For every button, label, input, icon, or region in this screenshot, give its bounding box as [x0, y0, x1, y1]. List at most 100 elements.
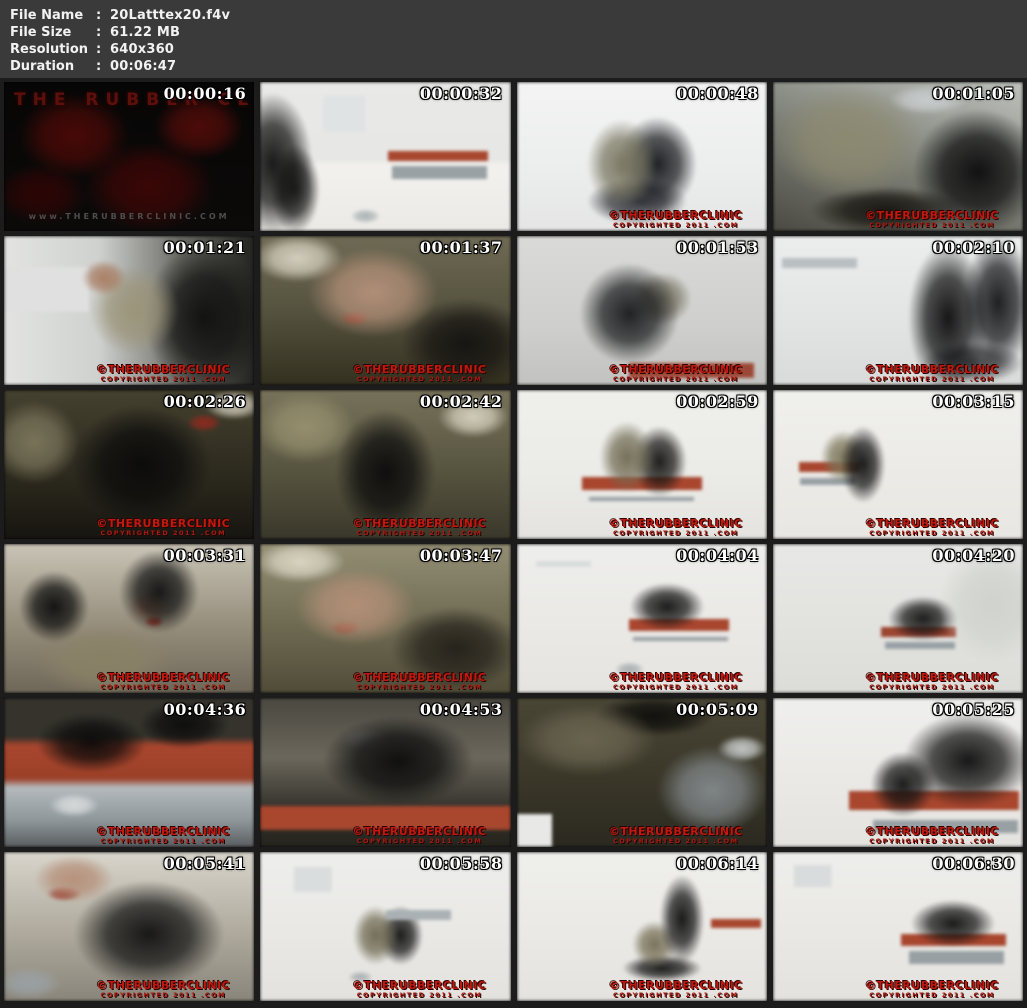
timestamp-overlay: 00:04:36: [163, 700, 247, 719]
copyright-watermark: ©THERUBBERCLINIC COPYRIGHTED 2011 .COM: [865, 518, 999, 537]
watermark-line1: ©THERUBBERCLINIC: [865, 670, 999, 684]
watermark-line1: ©THERUBBERCLINIC: [608, 516, 743, 530]
watermark-line1: ©THERUBBERCLINIC: [865, 516, 999, 530]
timestamp-overlay: 00:05:41: [163, 854, 247, 873]
watermark-line1: ©THERUBBERCLINIC: [865, 362, 999, 376]
video-thumbnail[interactable]: 00:03:31 ©THERUBBERCLINIC COPYRIGHTED 2011…: [4, 544, 255, 693]
file-name-label: File Name: [10, 8, 84, 23]
thumbnail-image: [260, 82, 511, 231]
timestamp-overlay: 00:01:21: [163, 238, 247, 257]
separator: :: [96, 8, 102, 23]
timestamp-overlay: 00:00:48: [676, 84, 759, 103]
file-size-label: File Size: [10, 25, 72, 40]
video-thumbnail[interactable]: 00:01:05 ©THERUBBERCLINIC COPYRIGHTED 2011…: [772, 82, 1023, 231]
watermark-line2: COPYRIGHTED 2011 .COM: [869, 836, 995, 845]
video-thumbnail[interactable]: 00:02:42 ©THERUBBERCLINIC COPYRIGHTED 2011…: [260, 390, 511, 539]
timestamp-overlay: 00:05:09: [676, 700, 759, 719]
timestamp-overlay: 00:03:47: [419, 546, 503, 565]
watermark-line2: COPYRIGHTED 2011 .COM: [612, 990, 739, 999]
video-thumbnail[interactable]: 00:01:21 ©THERUBBERCLINIC COPYRIGHTED 2011…: [4, 236, 255, 385]
copyright-watermark: ©THERUBBERCLINIC COPYRIGHTED 2011 .COM: [96, 826, 230, 845]
video-contact-sheet: File Name:20Latttex20.f4v File Size:61.2…: [0, 0, 1027, 1008]
timestamp-overlay: 00:02:59: [676, 392, 759, 411]
watermark-line2: COPYRIGHTED 2011 .COM: [869, 990, 995, 999]
timestamp-overlay: 00:00:16: [163, 84, 247, 103]
video-thumbnail[interactable]: 00:04:53 ©THERUBBERCLINIC COPYRIGHTED 2011…: [260, 698, 511, 847]
watermark-line2: COPYRIGHTED 2011 .COM: [356, 374, 483, 383]
watermark-line2: COPYRIGHTED 2011 .COM: [612, 836, 739, 845]
video-thumbnail[interactable]: 00:02:26 ©THERUBBERCLINIC COPYRIGHTED 2011…: [4, 390, 255, 539]
watermark-line2: COPYRIGHTED 2011 .COM: [356, 836, 483, 845]
watermark-line2: COPYRIGHTED 2011 .COM: [100, 836, 227, 845]
video-thumbnail[interactable]: 00:04:20 ©THERUBBERCLINIC COPYRIGHTED 2011…: [772, 544, 1023, 693]
video-thumbnail[interactable]: 00:05:58 ©THERUBBERCLINIC COPYRIGHTED 2011…: [260, 852, 511, 1001]
copyright-watermark: ©THERUBBERCLINIC COPYRIGHTED 2011 .COM: [865, 210, 999, 229]
video-thumbnail[interactable]: 00:03:15 ©THERUBBERCLINIC COPYRIGHTED 2011…: [772, 390, 1023, 539]
video-thumbnail[interactable]: 00:01:53 ©THERUBBERCLINIC COPYRIGHTED 2011…: [516, 236, 767, 385]
timestamp-overlay: 00:04:04: [676, 546, 759, 565]
copyright-watermark: ©THERUBBERCLINIC COPYRIGHTED 2011 .COM: [865, 672, 999, 691]
copyright-watermark: ©THERUBBERCLINIC COPYRIGHTED 2011 .COM: [96, 672, 230, 691]
video-thumbnail[interactable]: 00:00:32: [260, 82, 511, 231]
watermark-line2: COPYRIGHTED 2011 .COM: [100, 528, 227, 537]
timestamp-overlay: 00:00:32: [419, 84, 503, 103]
copyright-watermark: ©THERUBBERCLINIC COPYRIGHTED 2011 .COM: [865, 364, 999, 383]
timestamp-overlay: 00:02:26: [163, 392, 247, 411]
timestamp-overlay: 00:01:05: [932, 84, 1015, 103]
watermark-line1: ©THERUBBERCLINIC: [865, 824, 999, 838]
watermark-line1: ©THERUBBERCLINIC: [608, 824, 743, 838]
watermark-line1: ©THERUBBERCLINIC: [608, 362, 743, 376]
file-info-row: Duration:00:06:47: [10, 58, 1027, 75]
watermark-line2: COPYRIGHTED 2011 .COM: [869, 220, 995, 229]
copyright-watermark: ©THERUBBERCLINIC COPYRIGHTED 2011 .COM: [353, 672, 487, 691]
file-info-row: Resolution:640x360: [10, 41, 1027, 58]
watermark-line1: ©THERUBBERCLINIC: [96, 670, 231, 684]
watermark-line1: ©THERUBBERCLINIC: [865, 208, 999, 222]
watermark-line2: COPYRIGHTED 2011 .COM: [869, 528, 995, 537]
file-size-value: 61.22 MB: [110, 25, 181, 40]
file-name-value: 20Latttex20.f4v: [110, 8, 231, 23]
copyright-watermark: ©THERUBBERCLINIC COPYRIGHTED 2011 .COM: [96, 980, 230, 999]
duration-label: Duration: [10, 59, 75, 74]
copyright-watermark: ©THERUBBERCLINIC COPYRIGHTED 2011 .COM: [609, 672, 743, 691]
separator: :: [96, 42, 102, 57]
watermark-line2: COPYRIGHTED 2011 .COM: [356, 990, 483, 999]
video-thumbnail[interactable]: 00:04:36 ©THERUBBERCLINIC COPYRIGHTED 2011…: [4, 698, 255, 847]
video-thumbnail[interactable]: 00:03:47 ©THERUBBERCLINIC COPYRIGHTED 2011…: [260, 544, 511, 693]
copyright-watermark: ©THERUBBERCLINIC COPYRIGHTED 2011 .COM: [609, 826, 743, 845]
resolution-value: 640x360: [110, 42, 175, 57]
video-thumbnail[interactable]: 00:06:14 ©THERUBBERCLINIC COPYRIGHTED 2011…: [516, 852, 767, 1001]
video-thumbnail[interactable]: 00:05:09 ©THERUBBERCLINIC COPYRIGHTED 2011…: [516, 698, 767, 847]
timestamp-overlay: 00:04:20: [932, 546, 1015, 565]
copyright-watermark: ©THERUBBERCLINIC COPYRIGHTED 2011 .COM: [865, 980, 999, 999]
video-thumbnail[interactable]: 00:00:48 ©THERUBBERCLINIC COPYRIGHTED 2011…: [516, 82, 767, 231]
video-thumbnail[interactable]: 00:04:04 ©THERUBBERCLINIC COPYRIGHTED 2011…: [516, 544, 767, 693]
watermark-line1: ©THERUBBERCLINIC: [608, 670, 743, 684]
watermark-line2: COPYRIGHTED 2011 .COM: [869, 682, 995, 691]
watermark-line1: ©THERUBBERCLINIC: [865, 978, 999, 992]
separator: :: [96, 25, 102, 40]
watermark-line2: COPYRIGHTED 2011 .COM: [612, 682, 739, 691]
copyright-watermark: ©THERUBBERCLINIC COPYRIGHTED 2011 .COM: [609, 980, 743, 999]
video-thumbnail[interactable]: 00:01:37 ©THERUBBERCLINIC COPYRIGHTED 2011…: [260, 236, 511, 385]
watermark-line2: COPYRIGHTED 2011 .COM: [100, 990, 227, 999]
copyright-watermark: ©THERUBBERCLINIC COPYRIGHTED 2011 .COM: [865, 826, 999, 845]
copyright-watermark: ©THERUBBERCLINIC COPYRIGHTED 2011 .COM: [609, 364, 743, 383]
timestamp-overlay: 00:01:53: [676, 238, 759, 257]
watermark-line2: COPYRIGHTED 2011 .COM: [612, 528, 739, 537]
timestamp-overlay: 00:02:42: [419, 392, 503, 411]
video-thumbnail[interactable]: 00:06:30 ©THERUBBERCLINIC COPYRIGHTED 2011…: [772, 852, 1023, 1001]
timestamp-overlay: 00:03:15: [932, 392, 1015, 411]
copyright-watermark: ©THERUBBERCLINIC COPYRIGHTED 2011 .COM: [609, 518, 743, 537]
video-thumbnail[interactable]: 00:05:25 ©THERUBBERCLINIC COPYRIGHTED 2011…: [772, 698, 1023, 847]
video-thumbnail[interactable]: 00:02:59 ©THERUBBERCLINIC COPYRIGHTED 2011…: [516, 390, 767, 539]
copyright-watermark: ©THERUBBERCLINIC COPYRIGHTED 2011 .COM: [353, 826, 487, 845]
video-thumbnail[interactable]: THE RUBBER CLINICwww.THERUBBERCLINIC.COM…: [4, 82, 255, 231]
watermark-line1: ©THERUBBERCLINIC: [96, 824, 231, 838]
video-thumbnail[interactable]: 00:02:10 ©THERUBBERCLINIC COPYRIGHTED 2011…: [772, 236, 1023, 385]
file-info-header: File Name:20Latttex20.f4v File Size:61.2…: [0, 0, 1027, 78]
watermark-line2: COPYRIGHTED 2011 .COM: [612, 220, 739, 229]
intro-url-text: www.THERUBBERCLINIC.COM: [28, 212, 230, 221]
video-thumbnail[interactable]: 00:05:41 ©THERUBBERCLINIC COPYRIGHTED 2011…: [4, 852, 255, 1001]
separator: :: [96, 59, 102, 74]
